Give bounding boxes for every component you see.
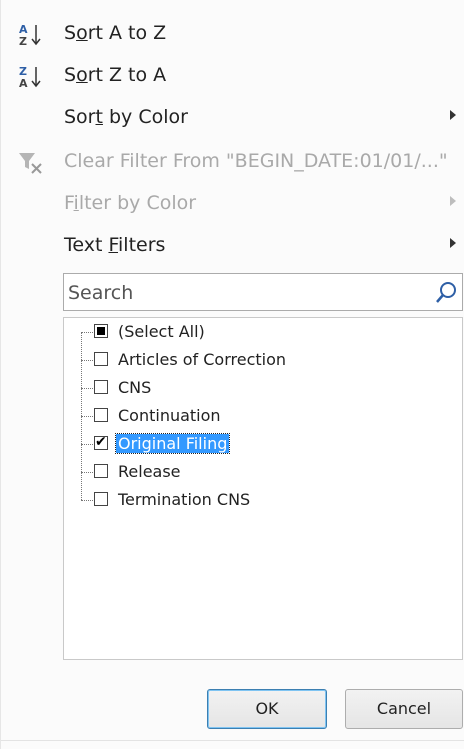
- clear-filter-icon: [17, 150, 45, 176]
- list-item[interactable]: Termination CNS: [64, 487, 462, 513]
- checkbox-checked[interactable]: ✔: [94, 434, 108, 450]
- checkmark-icon: ✔: [95, 434, 107, 450]
- checkbox-partial[interactable]: [94, 324, 108, 338]
- list-item-label: (Select All): [118, 322, 205, 341]
- checkbox[interactable]: [94, 408, 108, 422]
- list-item-select-all[interactable]: (Select All): [64, 319, 462, 345]
- filter-values-list[interactable]: (Select All) Articles of Correction CNS …: [63, 317, 463, 660]
- filter-dropdown-panel: A Z Sort A to Z Z A Sort Z to A Sort by …: [0, 0, 464, 749]
- cancel-button[interactable]: Cancel: [345, 689, 463, 729]
- filter-by-color-item: Filter by Color: [1, 184, 464, 224]
- checkbox[interactable]: [94, 352, 108, 366]
- list-item-label: Original Filing: [114, 433, 231, 454]
- search-icon[interactable]: [436, 281, 458, 303]
- checkbox[interactable]: [94, 492, 108, 506]
- divider: [1, 740, 464, 741]
- sort-ascending-icon: A Z: [17, 22, 45, 48]
- checkbox[interactable]: [94, 380, 108, 394]
- list-item-label: CNS: [118, 378, 152, 397]
- list-item-label: Articles of Correction: [118, 350, 287, 369]
- list-item-label: Release: [118, 462, 181, 481]
- sort-z-to-a-label: Sort Z to A: [64, 64, 167, 86]
- sort-icon-bottom-letter: Z: [19, 35, 27, 48]
- list-item-label: Continuation: [118, 406, 221, 425]
- clear-filter-label: Clear Filter From "BEGIN_DATE:01/01/...": [64, 150, 448, 172]
- sort-icon-bottom-letter: A: [19, 77, 28, 90]
- checkbox[interactable]: [94, 464, 108, 478]
- list-item[interactable]: ✔ Original Filing: [64, 431, 462, 457]
- sort-descending-icon: Z A: [17, 64, 45, 90]
- list-item[interactable]: Continuation: [64, 403, 462, 429]
- sort-by-color-label: Sort by Color: [64, 106, 188, 128]
- sort-a-to-z-item[interactable]: A Z Sort A to Z: [1, 14, 464, 54]
- search-box: [63, 273, 463, 311]
- sort-z-to-a-item[interactable]: Z A Sort Z to A: [1, 56, 464, 96]
- ok-button[interactable]: OK: [207, 689, 327, 729]
- search-input[interactable]: [66, 277, 430, 309]
- clear-filter-item: Clear Filter From "BEGIN_DATE:01/01/...": [1, 142, 464, 182]
- sort-by-color-item[interactable]: Sort by Color: [1, 98, 464, 138]
- filter-by-color-label: Filter by Color: [64, 192, 197, 214]
- list-item[interactable]: Release: [64, 459, 462, 485]
- sort-a-to-z-label: Sort A to Z: [64, 22, 167, 44]
- submenu-arrow-icon: [450, 238, 456, 248]
- text-filters-label: Text Filters: [64, 234, 166, 256]
- submenu-arrow-icon: [450, 196, 456, 206]
- submenu-arrow-icon: [450, 110, 456, 120]
- list-item[interactable]: Articles of Correction: [64, 347, 462, 373]
- text-filters-item[interactable]: Text Filters: [1, 226, 464, 266]
- list-item[interactable]: CNS: [64, 375, 462, 401]
- list-item-label: Termination CNS: [118, 490, 251, 509]
